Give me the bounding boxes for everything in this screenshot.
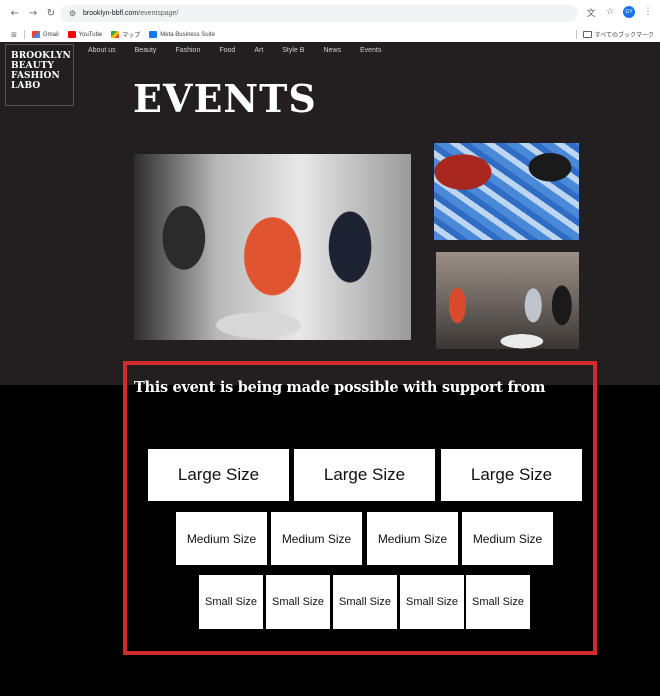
bookmark-label: マップ	[122, 33, 141, 39]
forward-arrow-icon[interactable]: →	[26, 6, 40, 20]
web-page: BROOKLYN BEAUTY FASHION LABO About us Be…	[0, 42, 660, 696]
sponsor-medium-2[interactable]: Medium Size	[271, 512, 362, 565]
sponsor-medium-4[interactable]: Medium Size	[462, 512, 553, 565]
sponsor-medium-3[interactable]: Medium Size	[367, 512, 458, 565]
logo-line: LABO	[11, 81, 41, 91]
translate-icon[interactable]: 文	[585, 6, 597, 19]
hero-section: BROOKLYN BEAUTY FASHION LABO About us Be…	[0, 42, 660, 385]
site-navigation: About us Beauty Fashion Food Art Style B…	[88, 47, 400, 54]
url-host: brooklyn-bbfl.com	[83, 10, 139, 17]
bookmarks-bar: ⊞ Gmail YouTube マップ Meta Business Suite	[0, 27, 660, 42]
gmail-icon	[32, 31, 40, 38]
nav-beauty[interactable]: Beauty	[135, 47, 157, 54]
maps-icon	[111, 31, 120, 38]
nav-style-b[interactable]: Style B	[282, 47, 304, 54]
url-text: brooklyn-bbfl.com/eventspage/	[83, 10, 178, 17]
nav-news[interactable]: News	[323, 47, 341, 54]
bookmarks-separator	[24, 30, 25, 39]
logo-line: FASHION	[11, 71, 60, 81]
sponsor-large-1[interactable]: Large Size	[148, 449, 289, 501]
bookmark-label: Gmail	[43, 31, 59, 38]
event-photo-group	[436, 252, 579, 349]
url-path: /eventspage/	[138, 10, 179, 17]
bookmark-label: YouTube	[78, 31, 103, 38]
nav-food[interactable]: Food	[219, 47, 235, 54]
apps-grid-icon[interactable]: ⊞	[10, 31, 18, 39]
youtube-icon	[67, 31, 76, 38]
sponsor-small-5[interactable]: Small Size	[466, 575, 530, 629]
meta-icon	[149, 31, 158, 38]
sponsor-large-2[interactable]: Large Size	[294, 449, 435, 501]
site-settings-icon[interactable]: ⚙	[68, 9, 77, 18]
bookmarks-separator	[575, 30, 577, 39]
folder-icon	[582, 31, 592, 38]
star-bookmark-icon[interactable]: ☆	[604, 6, 616, 18]
browser-chrome: ← → ↻ ⚙ brooklyn-bbfl.com/eventspage/ 文 …	[0, 0, 660, 42]
menu-kebab-icon[interactable]: ⋮	[642, 6, 654, 18]
sponsor-heading: This event is being made possible with s…	[134, 379, 546, 396]
browser-toolbar: ← → ↻ ⚙ brooklyn-bbfl.com/eventspage/ 文 …	[0, 0, 660, 26]
nav-art[interactable]: Art	[254, 47, 263, 54]
bookmark-gmail[interactable]: Gmail	[32, 31, 59, 38]
back-arrow-icon[interactable]: ←	[8, 6, 22, 20]
sponsor-medium-1[interactable]: Medium Size	[176, 512, 267, 565]
logo-line: BEAUTY	[11, 61, 55, 71]
sponsor-small-1[interactable]: Small Size	[199, 575, 263, 629]
sponsor-small-2[interactable]: Small Size	[266, 575, 330, 629]
sponsor-small-3[interactable]: Small Size	[333, 575, 397, 629]
event-photo-main	[134, 154, 411, 340]
bookmark-meta-business-suite[interactable]: Meta Business Suite	[149, 31, 215, 38]
nav-fashion[interactable]: Fashion	[175, 47, 200, 54]
site-logo[interactable]: BROOKLYN BEAUTY FASHION LABO	[5, 44, 74, 106]
nav-events[interactable]: Events	[360, 47, 381, 54]
reload-icon[interactable]: ↻	[44, 6, 58, 20]
toolbar-right-icons: 文 ☆ GY ⋮	[585, 6, 654, 19]
bookmark-label: Meta Business Suite	[160, 31, 215, 38]
sponsor-small-4[interactable]: Small Size	[400, 575, 464, 629]
nav-about-us[interactable]: About us	[88, 47, 116, 54]
logo-line: BROOKLYN	[11, 51, 71, 61]
bookmark-youtube[interactable]: YouTube	[67, 31, 103, 38]
bookmark-maps[interactable]: マップ	[111, 30, 140, 39]
all-bookmarks-label: すべてのブックマーク	[594, 33, 654, 39]
page-title: EVENTS	[133, 76, 317, 121]
event-photo-painting	[434, 143, 579, 240]
sponsor-large-3[interactable]: Large Size	[441, 449, 582, 501]
profile-avatar[interactable]: GY	[623, 6, 635, 18]
address-bar[interactable]: ⚙ brooklyn-bbfl.com/eventspage/	[60, 5, 578, 22]
all-bookmarks-folder[interactable]: すべてのブックマーク	[575, 27, 654, 42]
